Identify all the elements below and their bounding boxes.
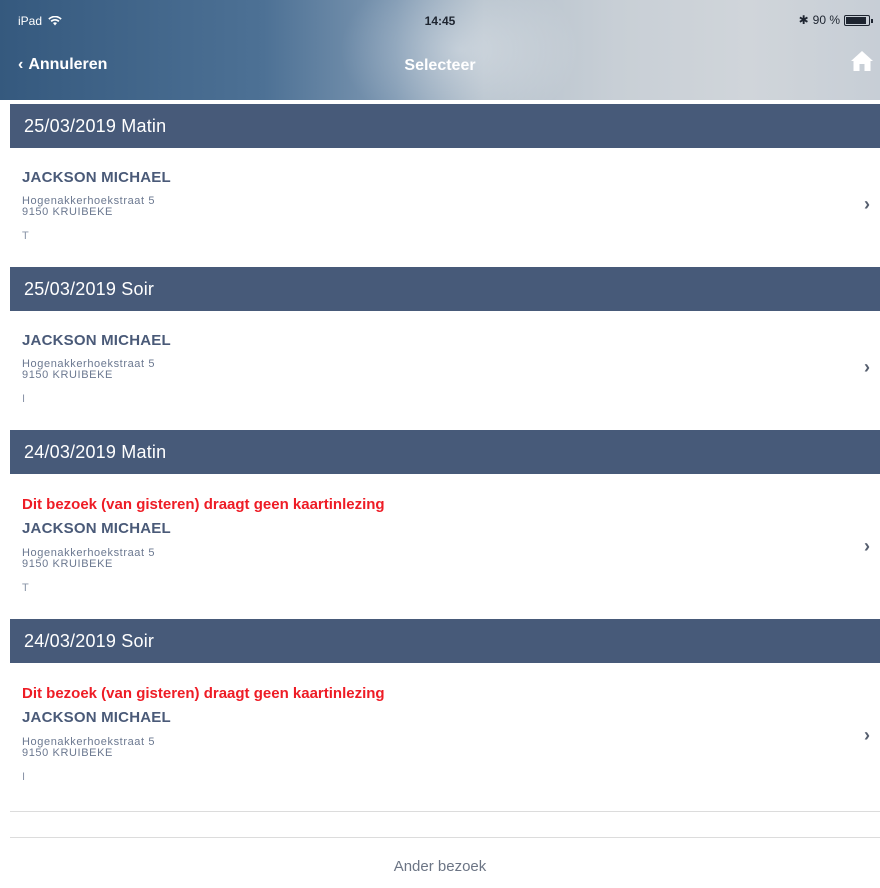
battery-icon [844, 14, 873, 26]
patient-name: JACKSON MICHAEL [22, 520, 171, 537]
chevron-right-icon: › [864, 725, 870, 745]
warning-message: Dit bezoek (van gisteren) draagt geen ka… [22, 496, 385, 513]
footer-divider [10, 837, 880, 838]
address-city: 9150 KRUIBEKE [22, 369, 113, 381]
status-right: ✱ 90 % [798, 13, 873, 27]
chevron-right-icon: › [864, 536, 870, 556]
bluetooth-icon: ✱ [798, 13, 809, 27]
visit-code: I [22, 771, 26, 783]
section-header: 25/03/2019 Matin [10, 104, 880, 148]
status-time: 14:45 [424, 14, 456, 28]
other-visit-button[interactable]: Ander bezoek [0, 858, 880, 875]
address-city: 9150 KRUIBEKE [22, 747, 113, 759]
visit-row[interactable]: JACKSON MICHAEL Hogenakkerhoekstraat 5 9… [10, 148, 880, 267]
warning-message: Dit bezoek (van gisteren) draagt geen ka… [22, 685, 385, 702]
status-bar: iPad 14:45 ✱ 90 % [0, 0, 880, 40]
app-header: iPad 14:45 ✱ 90 % ‹ Annuleren Selecteer [0, 0, 880, 100]
section-header: 25/03/2019 Soir [10, 267, 880, 311]
chevron-right-icon: › [864, 357, 870, 377]
section-header: 24/03/2019 Soir [10, 619, 880, 663]
patient-name: JACKSON MICHAEL [22, 332, 171, 349]
patient-name: JACKSON MICHAEL [22, 169, 171, 186]
visit-code: I [22, 393, 26, 405]
visit-list: 25/03/2019 Matin JACKSON MICHAEL Hogenak… [10, 104, 880, 808]
visit-code: T [22, 230, 29, 242]
patient-name: JACKSON MICHAEL [22, 709, 171, 726]
page-title: Selecteer [404, 57, 476, 74]
battery-percent: 90 % [812, 13, 840, 27]
visit-row[interactable]: Dit bezoek (van gisteren) draagt geen ka… [10, 663, 880, 808]
list-divider [10, 811, 880, 812]
section-header: 24/03/2019 Matin [10, 430, 880, 474]
visit-row[interactable]: JACKSON MICHAEL Hogenakkerhoekstraat 5 9… [10, 311, 880, 430]
battery-fill [846, 16, 866, 24]
visit-code: T [22, 582, 29, 594]
visit-row[interactable]: Dit bezoek (van gisteren) draagt geen ka… [10, 474, 880, 619]
address-city: 9150 KRUIBEKE [22, 558, 113, 570]
home-icon[interactable] [850, 50, 874, 72]
chevron-right-icon: › [864, 194, 870, 214]
address-city: 9150 KRUIBEKE [22, 206, 113, 218]
